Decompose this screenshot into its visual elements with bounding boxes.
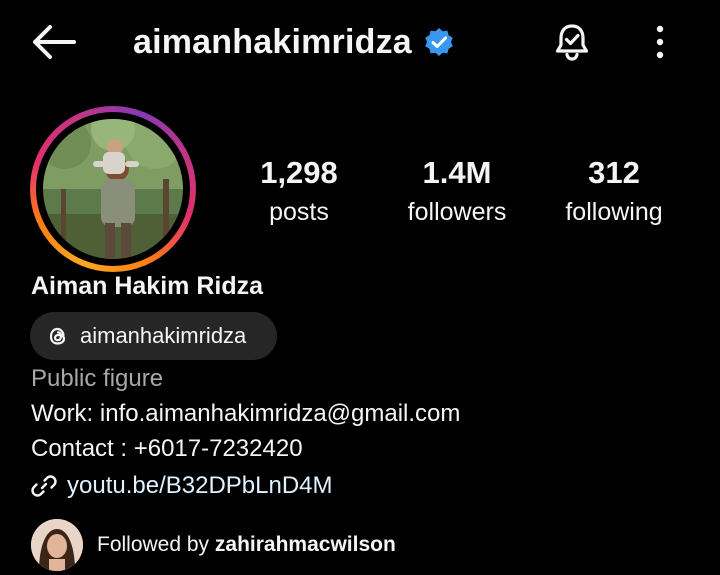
back-button[interactable] — [30, 22, 76, 62]
following-stat[interactable]: 312 following — [534, 152, 694, 230]
posts-count: 1,298 — [260, 155, 338, 190]
arrow-left-icon — [33, 25, 76, 59]
more-vertical-icon — [656, 25, 664, 59]
avatar[interactable] — [43, 119, 183, 259]
bio-link-text: youtu.be/B32DPbLnD4M — [67, 472, 333, 499]
threads-icon — [49, 327, 66, 345]
profile-name: Aiman Hakim Ridza — [31, 272, 264, 300]
followed-by-row[interactable]: Followed by zahirahmacwilson — [31, 519, 396, 571]
notification-bell-button[interactable] — [551, 21, 593, 63]
posts-stat[interactable]: 1,298 posts — [219, 152, 379, 230]
avatar-photo — [43, 119, 183, 259]
story-ring[interactable] — [30, 106, 196, 272]
followed-by-text: Followed by zahirahmacwilson — [97, 533, 396, 557]
bio-contact-line: Contact : +6017-7232420 — [31, 435, 303, 462]
link-icon — [31, 475, 57, 497]
more-options-button[interactable] — [646, 22, 674, 62]
threads-handle: aimanhakimridza — [80, 323, 247, 348]
follower-avatar — [31, 519, 83, 571]
posts-label: posts — [269, 198, 329, 226]
following-label: following — [565, 198, 663, 226]
following-count: 312 — [588, 155, 640, 190]
followed-by-username: zahirahmacwilson — [214, 533, 396, 556]
profile-header: aimanhakimridza — [0, 0, 720, 84]
bio-work-line: Work: info.aimanhakimridza@gmail.com — [31, 400, 461, 427]
threads-badge-button[interactable]: aimanhakimridza — [30, 312, 277, 360]
followed-by-prefix: Followed by — [97, 533, 215, 556]
profile-category: Public figure — [31, 365, 164, 392]
verified-badge-icon — [425, 28, 453, 56]
followers-count: 1.4M — [422, 155, 492, 190]
followers-label: followers — [407, 198, 507, 226]
bio-link[interactable]: youtu.be/B32DPbLnD4M — [31, 472, 333, 500]
followers-stat[interactable]: 1.4M followers — [377, 152, 537, 230]
username-title-group: aimanhakimridza — [133, 18, 454, 66]
notification-bell-icon — [555, 24, 589, 61]
username-title: aimanhakimridza — [133, 22, 412, 61]
